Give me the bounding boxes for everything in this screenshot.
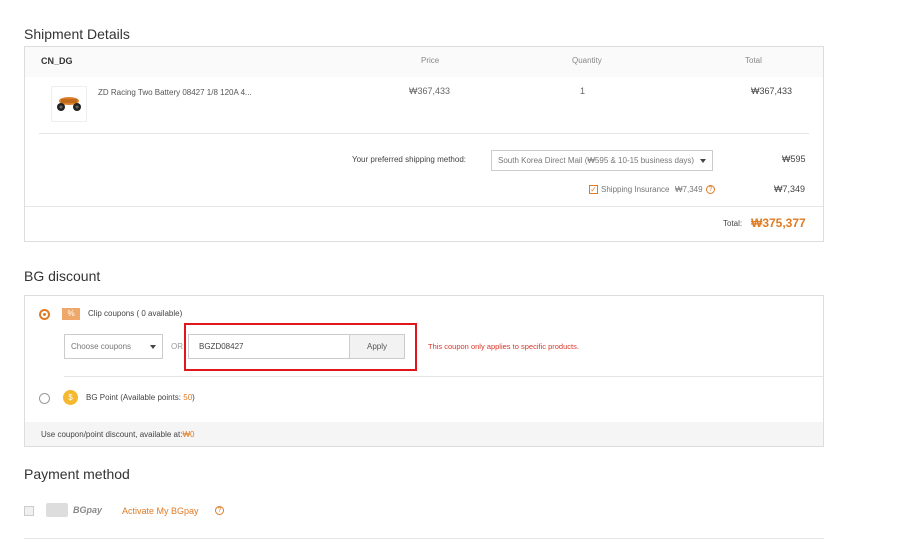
bgpay-label: BGpay	[73, 505, 103, 515]
insurance-cost: ₩7,349	[774, 184, 806, 194]
rc-car-icon	[57, 97, 81, 111]
insurance-price: ₩7,349	[675, 185, 703, 194]
bgpay-card-icon	[46, 503, 68, 517]
col-price: Price	[421, 56, 440, 65]
bg-point-text: BG Point (Available points:	[86, 393, 184, 402]
bgpay-checkbox[interactable]	[24, 506, 34, 516]
product-quantity: 1	[580, 86, 586, 96]
coin-icon: $	[63, 390, 78, 405]
shipment-details-title: Shipment Details	[24, 26, 130, 42]
total-value: ₩375,377	[751, 216, 806, 230]
help-icon[interactable]: ?	[215, 506, 224, 515]
discount-footer-value: ₩0	[182, 430, 195, 439]
discount-panel: % Clip coupons ( 0 available) Choose cou…	[24, 295, 824, 447]
choose-coupons-select[interactable]: Choose coupons	[64, 334, 163, 359]
col-quantity: Quantity	[572, 56, 602, 65]
product-total: ₩367,433	[751, 86, 793, 96]
product-thumbnail[interactable]	[51, 86, 87, 122]
discount-footer: Use coupon/point discount, available at:…	[25, 422, 823, 446]
shipping-method-select[interactable]: South Korea Direct Mail (₩595 & 10-15 bu…	[491, 150, 713, 171]
payment-method-title: Payment method	[24, 466, 130, 482]
highlight-box	[184, 323, 417, 371]
bg-point-radio[interactable]	[39, 393, 50, 404]
divider	[25, 206, 823, 207]
shipping-method-value: South Korea Direct Mail (₩595 & 10-15 bu…	[498, 156, 695, 165]
divider	[64, 376, 823, 377]
product-name[interactable]: ZD Racing Two Battery 08427 1/8 120A 4..…	[98, 88, 252, 97]
help-icon[interactable]: ?	[706, 185, 715, 194]
coupon-icon: %	[62, 308, 80, 320]
shipment-table-header: CN_DG Price Quantity Total	[25, 47, 823, 77]
or-label: OR	[171, 342, 183, 351]
discount-footer-text: Use coupon/point discount, available at:…	[41, 430, 194, 439]
shipping-cost: ₩595	[782, 154, 806, 164]
product-price: ₩367,433	[409, 86, 451, 96]
bg-point-close: )	[192, 393, 195, 402]
insurance-checkbox[interactable]: ✓	[589, 185, 598, 194]
bg-point-label: BG Point (Available points: 50)	[86, 393, 195, 402]
clip-coupons-label: Clip coupons ( 0 available)	[88, 309, 183, 318]
divider	[24, 538, 824, 539]
bg-point-value: 50	[183, 393, 193, 402]
clip-coupons-radio[interactable]	[39, 309, 50, 320]
activate-bgpay-link[interactable]: Activate My BGpay	[122, 506, 199, 516]
discount-footer-label: Use coupon/point discount, available at:	[41, 430, 183, 439]
chevron-down-icon	[700, 158, 706, 163]
coupon-error-message: This coupon only applies to specific pro…	[428, 342, 579, 351]
total-label: Total:	[723, 219, 743, 228]
insurance-label: Shipping Insurance	[601, 185, 670, 194]
shipment-panel: CN_DG Price Quantity Total ZD Racing Two…	[24, 46, 824, 242]
bg-discount-title: BG discount	[24, 268, 101, 284]
chevron-down-icon	[150, 344, 156, 349]
choose-coupons-value: Choose coupons	[71, 342, 132, 351]
warehouse-label: CN_DG	[41, 56, 73, 66]
shipping-method-label: Your preferred shipping method:	[352, 155, 466, 164]
divider	[39, 133, 809, 134]
col-total: Total	[745, 56, 762, 65]
